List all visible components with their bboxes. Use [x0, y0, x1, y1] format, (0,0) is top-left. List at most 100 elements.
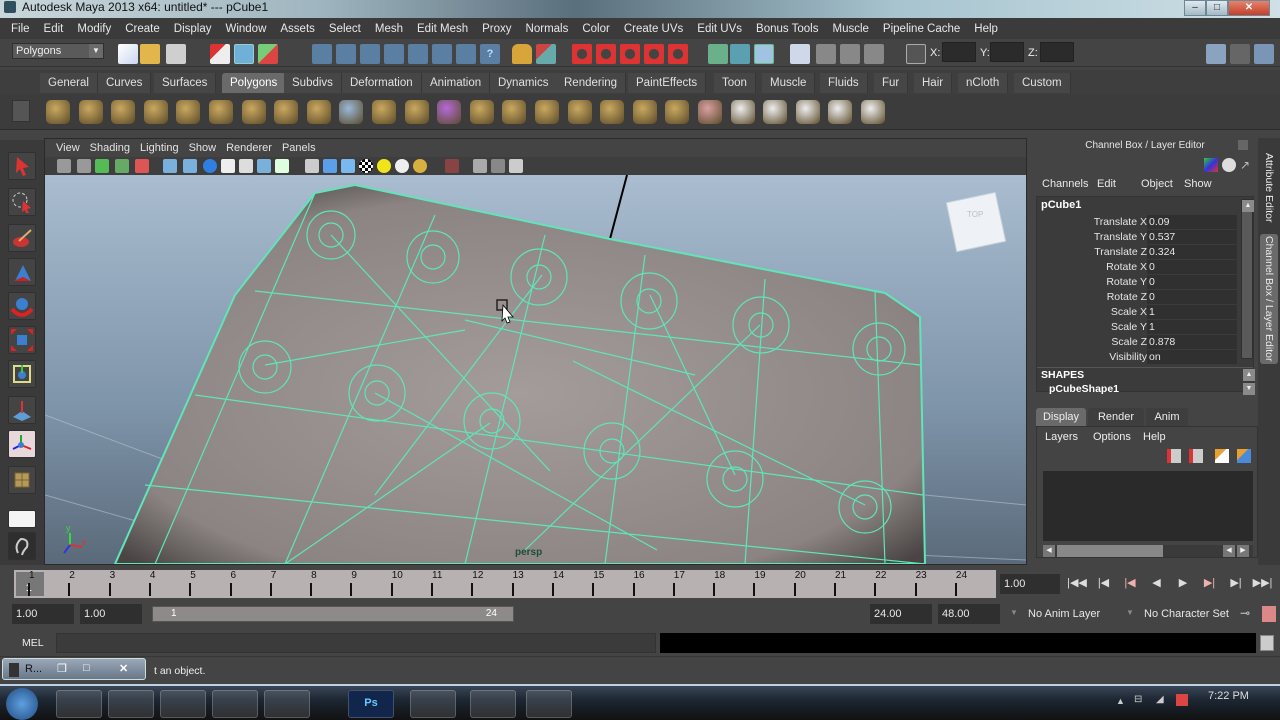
combine-icon[interactable] — [372, 100, 396, 124]
taskbar-media-icon[interactable] — [108, 690, 154, 718]
shelf-menu-icon[interactable] — [12, 100, 30, 122]
select-rendering-icon[interactable] — [456, 44, 476, 64]
time-slider[interactable]: 1 12345678910111213141516171819202122232… — [14, 570, 996, 598]
smooth-icon[interactable] — [404, 100, 429, 124]
cube-purple-icon[interactable] — [437, 100, 462, 124]
step-back-frame-icon[interactable]: |◀ — [1119, 576, 1141, 589]
playback-start-field[interactable]: 1.00 — [80, 604, 142, 624]
shelf-tab-rendering[interactable]: Rendering — [556, 73, 627, 93]
quick-layout-icon[interactable] — [8, 532, 36, 560]
network-icon[interactable]: ⊟ — [1134, 694, 1142, 705]
taskbar-audio-icon[interactable] — [212, 690, 258, 718]
action-center-icon[interactable] — [1176, 694, 1188, 706]
new-scene-icon[interactable] — [118, 44, 138, 64]
textured-icon[interactable] — [359, 159, 373, 173]
cylindrical-map-icon[interactable] — [763, 100, 788, 124]
channel-row[interactable]: Rotate Y0 — [1037, 275, 1237, 290]
field-chart-icon[interactable] — [239, 159, 253, 173]
poly-torus-icon[interactable] — [209, 100, 233, 124]
y-input[interactable] — [990, 42, 1024, 62]
poly-cone-icon[interactable] — [143, 100, 168, 124]
show-tool-settings-icon[interactable] — [1230, 44, 1250, 64]
layout-icon[interactable] — [8, 510, 36, 528]
mel-input[interactable] — [56, 633, 656, 653]
scale-tool-icon[interactable] — [8, 326, 36, 354]
z-input[interactable] — [1040, 42, 1074, 62]
planar-map-icon[interactable] — [730, 100, 755, 124]
render-view-icon[interactable] — [790, 44, 810, 64]
minimize-button[interactable]: – — [1184, 0, 1206, 16]
shelf-tab-subdivs[interactable]: Subdivs — [284, 73, 342, 93]
show-channel-box-icon[interactable] — [1254, 44, 1274, 64]
ipr-render-icon[interactable] — [840, 44, 860, 64]
channel-label[interactable]: Scale X — [1111, 305, 1147, 320]
channel-menu-object[interactable]: Object — [1141, 178, 1173, 190]
menu-window[interactable]: Window — [218, 23, 273, 35]
end-time-field[interactable]: 48.00 — [938, 604, 1000, 624]
layer-tab-render[interactable]: Render — [1088, 408, 1144, 426]
safe-title-icon[interactable] — [275, 159, 289, 173]
channel-row[interactable]: Rotate Z0 — [1037, 290, 1237, 305]
channel-value[interactable]: 0.324 — [1147, 245, 1237, 259]
merge-icon[interactable] — [632, 100, 657, 124]
script-editor-icon[interactable] — [1260, 635, 1274, 651]
select-handle-icon[interactable] — [312, 44, 332, 64]
maximize-icon[interactable]: □ — [83, 662, 90, 674]
move-tool-icon[interactable] — [8, 258, 36, 286]
shelf-tab-polygons[interactable]: Polygons — [222, 73, 287, 93]
layer-list[interactable] — [1043, 471, 1253, 541]
show-attribute-editor-icon[interactable] — [1206, 44, 1226, 64]
poly-plane-icon[interactable] — [176, 100, 201, 124]
separate-icon[interactable] — [339, 100, 364, 124]
shadows-icon[interactable] — [395, 159, 409, 173]
character-set-dropdown-icon[interactable]: ▼ — [1126, 608, 1134, 617]
bridge-icon[interactable] — [502, 100, 527, 124]
menu-normals[interactable]: Normals — [519, 23, 576, 35]
new-layer-selected-icon[interactable] — [1189, 449, 1203, 463]
menu-bonus-tools[interactable]: Bonus Tools — [749, 23, 825, 35]
close-icon[interactable]: ✕ — [119, 662, 128, 675]
select-tool-icon[interactable] — [8, 152, 36, 180]
select-camera-icon[interactable] — [57, 159, 71, 173]
soft-modification-icon[interactable] — [8, 396, 36, 424]
channel-menu-channels[interactable]: Channels — [1042, 178, 1088, 190]
taskbar-photoshop-icon[interactable]: Ps — [348, 690, 394, 718]
channel-value[interactable]: 1 — [1147, 305, 1237, 319]
speed-icon[interactable] — [1222, 158, 1236, 172]
menu-edit-mesh[interactable]: Edit Mesh — [410, 23, 475, 35]
select-deformation-icon[interactable] — [408, 44, 428, 64]
taskbar-app2-icon[interactable] — [526, 690, 572, 718]
lock-selection-icon[interactable] — [512, 44, 532, 64]
wireframe-on-shaded-icon[interactable] — [341, 159, 355, 173]
volume-icon[interactable]: ◢ — [1156, 694, 1164, 705]
film-gate-icon[interactable] — [183, 159, 197, 173]
menu-modify[interactable]: Modify — [70, 23, 118, 35]
anim-layer-dropdown[interactable]: No Anim Layer — [1028, 608, 1100, 620]
tab-channel-box[interactable]: Channel Box / Layer Editor — [1260, 234, 1278, 364]
input-line-mode-icon[interactable] — [906, 44, 926, 64]
make-live-icon[interactable] — [668, 44, 688, 64]
bevel-icon[interactable] — [600, 100, 625, 124]
move-layer-up-icon[interactable] — [1215, 449, 1229, 463]
maximize-button[interactable]: □ — [1206, 0, 1228, 16]
x-input[interactable] — [942, 42, 976, 62]
select-component-icon[interactable] — [258, 44, 278, 64]
poly-cylinder-icon[interactable] — [111, 100, 136, 124]
shelf-tab-general[interactable]: General — [40, 73, 98, 93]
channel-label[interactable]: Rotate Y — [1106, 275, 1147, 290]
channel-value[interactable]: 0 — [1147, 260, 1237, 274]
panel-menu-renderer[interactable]: Renderer — [221, 142, 277, 154]
channel-label[interactable]: Translate Y — [1094, 230, 1147, 245]
rotate-tool-icon[interactable] — [8, 292, 36, 320]
highlight-selection-icon[interactable] — [536, 44, 556, 64]
restore-icon[interactable]: ❐ — [57, 662, 67, 675]
channel-row[interactable]: Scale Z 0.878 — [1037, 335, 1237, 350]
playback-end-field[interactable]: 24.00 — [870, 604, 932, 624]
animation-prefs-icon[interactable] — [1262, 606, 1276, 622]
universal-manipulator-icon[interactable] — [8, 360, 36, 388]
channel-row[interactable]: Scale X1 — [1037, 305, 1237, 320]
panel-menu-panels[interactable]: Panels — [277, 142, 321, 154]
taskbar-firefox-icon[interactable] — [264, 690, 310, 718]
shelf-tab-surfaces[interactable]: Surfaces — [154, 73, 217, 93]
camera-attributes-icon[interactable] — [77, 159, 91, 173]
